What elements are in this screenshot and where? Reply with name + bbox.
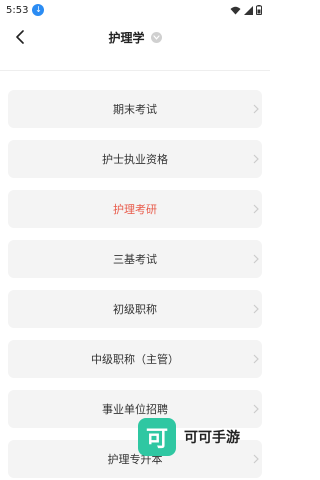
status-right (230, 5, 262, 15)
watermark: 可 可可手游 (138, 418, 240, 456)
category-list: 期末考试 护士执业资格 护理考研 三基考试 初级职称 中级职称（主管） 事业单位… (0, 71, 270, 478)
list-item-label: 初级职称 (113, 303, 157, 316)
list-item-final-exam[interactable]: 期末考试 (8, 90, 262, 128)
list-item-label: 事业单位招聘 (102, 403, 168, 416)
status-bar: 5:53 ↓ (0, 0, 270, 20)
watermark-logo: 可 (138, 418, 176, 456)
list-item-three-basics[interactable]: 三基考试 (8, 240, 262, 278)
signal-icon (244, 5, 253, 15)
chevron-down-icon (150, 31, 162, 43)
wifi-icon (230, 6, 241, 14)
back-button[interactable] (10, 27, 30, 47)
list-item-label: 护士执业资格 (102, 153, 168, 166)
chevron-right-icon (253, 204, 259, 214)
list-item-nursing-postgrad[interactable]: 护理考研 (8, 190, 262, 228)
list-item-label: 中级职称（主管） (91, 353, 179, 366)
title-dropdown[interactable]: 护理学 (108, 29, 162, 46)
list-item-label: 三基考试 (113, 253, 157, 266)
chevron-right-icon (253, 104, 259, 114)
list-item-label: 期末考试 (113, 103, 157, 116)
list-item-nurse-license[interactable]: 护士执业资格 (8, 140, 262, 178)
watermark-text: 可可手游 (184, 430, 240, 446)
chevron-right-icon (253, 154, 259, 164)
back-arrow-icon (16, 30, 24, 44)
chevron-right-icon (253, 254, 259, 264)
list-item-label: 护理考研 (113, 203, 157, 216)
status-time: 5:53 (6, 4, 29, 16)
chevron-right-icon (253, 404, 259, 414)
list-item-junior-title[interactable]: 初级职称 (8, 290, 262, 328)
chevron-right-icon (253, 354, 259, 364)
nav-bar: 护理学 (0, 20, 270, 54)
status-left: 5:53 ↓ (6, 4, 45, 16)
chevron-right-icon (253, 304, 259, 314)
page-title: 护理学 (108, 30, 145, 45)
chevron-right-icon (253, 454, 259, 464)
list-item-intermediate-title[interactable]: 中级职称（主管） (8, 340, 262, 378)
battery-icon (256, 5, 262, 15)
download-icon: ↓ (32, 4, 45, 16)
